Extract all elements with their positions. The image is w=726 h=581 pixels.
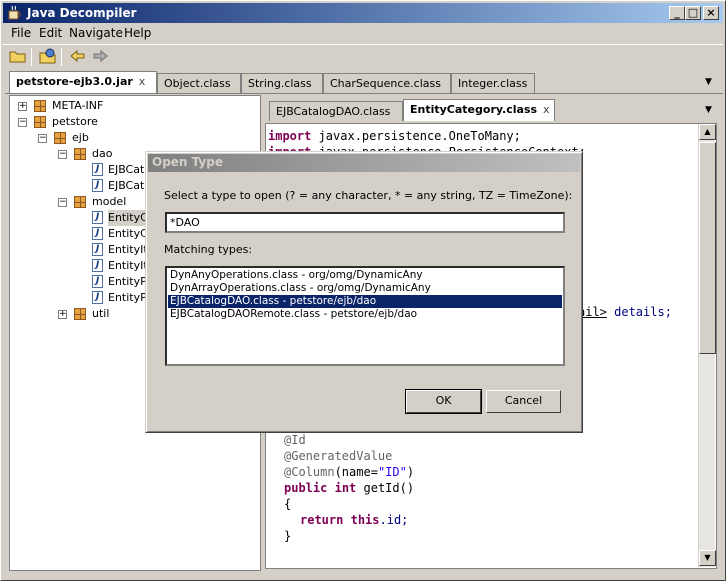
package-icon bbox=[54, 132, 66, 144]
tab-label: EJBCatalogDAO.class bbox=[276, 105, 391, 118]
matching-types-list[interactable]: DynAnyOperations.class - org/omg/Dynamic… bbox=[165, 266, 565, 366]
matching-types-label: Matching types: bbox=[164, 243, 253, 256]
tab-close-icon[interactable]: x bbox=[543, 103, 550, 116]
type-search-input[interactable] bbox=[165, 212, 565, 233]
package-icon bbox=[74, 308, 86, 320]
open-type-icon[interactable] bbox=[39, 48, 57, 64]
toolbar bbox=[3, 44, 723, 68]
code-line: { bbox=[284, 497, 292, 511]
list-item[interactable]: DynAnyOperations.class - org/omg/Dynamic… bbox=[168, 269, 562, 282]
code-line: import javax.persistence.OneToMany; bbox=[268, 129, 521, 143]
tab-entitycategory-class[interactable]: EntityCategory.class x bbox=[403, 99, 555, 121]
code-line: public int getId() bbox=[284, 481, 415, 495]
tab-label: Object.class bbox=[164, 77, 231, 90]
tab-ejbcatalogdao-class[interactable]: EJBCatalogDAO.class bbox=[269, 101, 403, 121]
tab-close-icon[interactable]: x bbox=[139, 75, 146, 88]
editor-scrollbar[interactable]: ▲ ▼ bbox=[698, 124, 716, 567]
tab-label: EntityCategory.class bbox=[410, 103, 538, 116]
java-class-icon: J bbox=[92, 163, 103, 176]
java-class-icon: J bbox=[92, 275, 103, 288]
ok-button[interactable]: OK bbox=[405, 389, 482, 414]
cancel-button[interactable]: Cancel bbox=[486, 390, 561, 413]
minimize-button[interactable]: _ bbox=[669, 6, 685, 20]
code-line: return this.id; bbox=[300, 513, 409, 527]
code-line: ail> details; bbox=[578, 305, 672, 319]
tree-label: EntityIt bbox=[108, 243, 148, 256]
list-item[interactable]: EJBCatalogDAORemote.class - petstore/ejb… bbox=[168, 308, 562, 321]
expand-icon[interactable]: + bbox=[58, 310, 67, 319]
back-arrow-icon[interactable] bbox=[69, 48, 87, 64]
window-title: Java Decompiler bbox=[27, 6, 137, 20]
tab-petstore-jar[interactable]: petstore-ejb3.0.jar x bbox=[9, 71, 157, 93]
tree-label: EntityC bbox=[108, 227, 148, 240]
tree-label: util bbox=[92, 307, 110, 320]
scroll-down-icon[interactable]: ▼ bbox=[699, 550, 716, 566]
tree-label: META-INF bbox=[52, 99, 104, 112]
tab-object-class[interactable]: Object.class bbox=[157, 73, 241, 93]
menu-bar: File Edit Navigate Help bbox=[3, 24, 723, 42]
tabs-dropdown-icon[interactable]: ▼ bbox=[705, 77, 712, 87]
java-class-icon: J bbox=[92, 243, 103, 256]
java-class-icon: J bbox=[92, 179, 103, 192]
open-file-icon[interactable] bbox=[9, 48, 27, 64]
menu-edit[interactable]: Edit bbox=[39, 26, 62, 40]
tab-integer-class[interactable]: Integer.class bbox=[451, 73, 535, 93]
collapse-icon[interactable]: − bbox=[18, 118, 27, 127]
menu-navigate[interactable]: Navigate bbox=[69, 26, 123, 40]
dialog-title[interactable]: Open Type bbox=[148, 154, 580, 172]
scroll-up-icon[interactable]: ▲ bbox=[699, 124, 716, 140]
tree-label: dao bbox=[92, 147, 113, 160]
toolbar-separator bbox=[31, 48, 32, 66]
tree-label: ejb bbox=[72, 131, 89, 144]
expand-icon[interactable]: + bbox=[18, 102, 27, 111]
tab-string-class[interactable]: String.class bbox=[241, 73, 323, 93]
tab-label: String.class bbox=[248, 77, 312, 90]
package-icon bbox=[74, 148, 86, 160]
menu-help[interactable]: Help bbox=[124, 26, 151, 40]
maximize-button[interactable]: □ bbox=[685, 6, 701, 20]
coffee-cup-icon bbox=[8, 5, 21, 20]
editor-tab-bar: EJBCatalogDAO.class EntityCategory.class… bbox=[265, 99, 721, 121]
scrollbar-thumb[interactable] bbox=[699, 142, 716, 354]
tree-label: petstore bbox=[52, 115, 98, 128]
open-type-dialog: Open Type Select a type to open (? = any… bbox=[145, 151, 583, 433]
toolbar-separator bbox=[61, 48, 62, 66]
package-icon bbox=[74, 196, 86, 208]
forward-arrow-icon[interactable] bbox=[91, 48, 109, 64]
package-icon bbox=[34, 116, 46, 128]
list-item-selected[interactable]: EJBCatalogDAO.class - petstore/ejb/dao bbox=[168, 295, 562, 308]
title-bar[interactable]: Java Decompiler _ □ × bbox=[3, 3, 723, 23]
tree-label: EntityC bbox=[108, 210, 150, 226]
tab-divider bbox=[5, 93, 723, 94]
app-window: Java Decompiler _ □ × File Edit Navigate… bbox=[0, 0, 726, 581]
tab-label: CharSequence.class bbox=[330, 77, 441, 90]
code-line: @Column(name="ID") bbox=[284, 465, 415, 479]
tree-label: model bbox=[92, 195, 127, 208]
tab-label: petstore-ejb3.0.jar bbox=[16, 75, 133, 88]
main-tab-bar: petstore-ejb3.0.jar x Object.class String… bbox=[5, 71, 723, 93]
java-class-icon: J bbox=[92, 259, 103, 272]
collapse-icon[interactable]: − bbox=[38, 134, 47, 143]
editor-tabs-dropdown-icon[interactable]: ▼ bbox=[705, 105, 712, 115]
close-window-button[interactable]: × bbox=[703, 6, 719, 20]
code-line: @Id bbox=[284, 433, 306, 447]
tab-label: Integer.class bbox=[458, 77, 528, 90]
list-item[interactable]: DynArrayOperations.class - org/omg/Dynam… bbox=[168, 282, 562, 295]
code-line: @GeneratedValue bbox=[284, 449, 393, 463]
java-class-icon: J bbox=[92, 211, 103, 224]
package-icon bbox=[34, 100, 46, 112]
dialog-prompt: Select a type to open (? = any character… bbox=[164, 189, 573, 202]
collapse-icon[interactable]: − bbox=[58, 150, 67, 159]
collapse-icon[interactable]: − bbox=[58, 198, 67, 207]
tab-charsequence-class[interactable]: CharSequence.class bbox=[323, 73, 451, 93]
java-class-icon: J bbox=[92, 227, 103, 240]
menu-file[interactable]: File bbox=[11, 26, 31, 40]
tree-label: EntityIt bbox=[108, 259, 148, 272]
java-class-icon: J bbox=[92, 291, 103, 304]
code-line: } bbox=[284, 529, 292, 543]
